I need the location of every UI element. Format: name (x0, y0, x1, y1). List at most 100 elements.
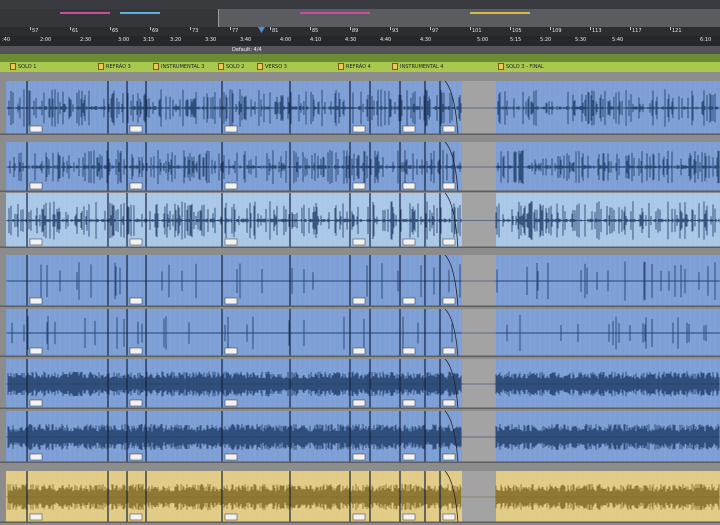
bar-tick (430, 27, 431, 30)
clip-gain-icon (129, 238, 143, 246)
clip-gain-icon (224, 399, 238, 407)
session-overview[interactable] (0, 9, 720, 27)
track-clips[interactable] (0, 471, 720, 523)
bars-beats-ruler[interactable]: 57 61 65 69 73 77 81 85 89 93 97 101 105 109 113 117 121 (0, 27, 720, 36)
marker-label: REFRÃO 4 (346, 64, 371, 70)
track-clips[interactable] (0, 81, 720, 135)
track-lane[interactable] (0, 359, 720, 409)
marker-solo-2[interactable]: SOLO 2 (218, 63, 244, 71)
min-secs-ruler[interactable]: :40 2:00 2:30 3:00 3:15 3:20 3:30 3:40 4:00 4:10 4… (0, 36, 720, 46)
marker-refr-o-3[interactable]: REFRÃO 3 (98, 63, 131, 71)
min-tick-label: 4:00 (280, 37, 292, 43)
clip-gain-icon (352, 238, 366, 246)
bar-tick (310, 27, 311, 30)
bar-tick (630, 27, 631, 30)
clip-gain-icon (29, 513, 43, 521)
overview-view-range[interactable] (218, 9, 720, 27)
min-tick-label: 3:20 (170, 37, 182, 43)
clip-gain-icon (352, 399, 366, 407)
bar-tick (550, 27, 551, 30)
clip-gain-icon (402, 399, 416, 407)
clip-gain-icon (442, 347, 456, 355)
track-lane[interactable] (0, 471, 720, 523)
track-lane[interactable] (0, 142, 720, 192)
track-clips[interactable] (0, 142, 720, 192)
clip-gain-icon (442, 238, 456, 246)
marker-verso-3[interactable]: VERSO 3 (257, 63, 287, 71)
clip-gain-icon (352, 125, 366, 133)
bar-tick-label: 89 (352, 28, 359, 34)
marker-instrumental-3[interactable]: INSTRUMENTAL 3 (153, 63, 204, 71)
clip-gain-icon (29, 125, 43, 133)
track-lane[interactable] (0, 411, 720, 463)
clip-gain-icon (224, 513, 238, 521)
clip-gain-icon (402, 513, 416, 521)
track-divider (0, 190, 720, 192)
track-area[interactable] (0, 73, 720, 525)
min-tick-label: 5:00 (477, 37, 489, 43)
track-divider (0, 133, 720, 135)
clip-gain-icon (224, 125, 238, 133)
clip-gain-icon (352, 347, 366, 355)
bar-tick-label: 117 (632, 28, 642, 34)
clip-gain-icon (224, 347, 238, 355)
bar-tick-label: 57 (32, 28, 39, 34)
bar-tick-label: 101 (472, 28, 482, 34)
bar-tick-label: 105 (512, 28, 522, 34)
min-tick-label: 3:40 (240, 37, 252, 43)
track-lane[interactable] (0, 193, 720, 248)
clip-gain-icon (402, 347, 416, 355)
bar-tick (230, 27, 231, 30)
clip-gain-icon (402, 453, 416, 461)
tempo-ruler[interactable] (0, 54, 720, 62)
bar-tick (670, 27, 671, 30)
marker-ruler[interactable]: SOLO 1 REFRÃO 3 INSTRUMENTAL 3 SOLO 2 VERSO … (0, 62, 720, 72)
min-tick-label: 4:30 (420, 37, 432, 43)
bar-tick-label: 73 (192, 28, 199, 34)
track-clips[interactable] (0, 411, 720, 463)
playhead-marker-icon[interactable] (258, 27, 265, 36)
track-lane[interactable] (0, 255, 720, 307)
min-tick-label: 3:30 (205, 37, 217, 43)
min-tick-label: 3:15 (143, 37, 155, 43)
clip-gain-icon (402, 238, 416, 246)
bar-tick (470, 27, 471, 30)
marker-solo-1[interactable]: SOLO 1 (10, 63, 36, 71)
bar-tick-label: 113 (592, 28, 602, 34)
bar-tick-label: 77 (232, 28, 239, 34)
track-clips[interactable] (0, 359, 720, 409)
marker-label: REFRÃO 3 (106, 64, 131, 70)
min-tick-label: 5:15 (510, 37, 522, 43)
track-clips[interactable] (0, 193, 720, 248)
bar-tick (70, 27, 71, 30)
overview-stripe (470, 12, 530, 14)
timeline-header-bar (0, 0, 720, 9)
marker-instrumental-4[interactable]: INSTRUMENTAL 4 (392, 63, 443, 71)
bar-tick (150, 27, 151, 30)
meter-ruler[interactable]: Default: 4/4 (0, 46, 720, 54)
clip-gain-icon (224, 297, 238, 305)
track-lane[interactable] (0, 81, 720, 135)
meter-label: Default: 4/4 (232, 47, 262, 53)
clip-gain-icon (29, 297, 43, 305)
marker-label: INSTRUMENTAL 3 (161, 64, 205, 70)
min-tick-label: :40 (2, 37, 11, 43)
bar-tick-label: 97 (432, 28, 439, 34)
clip-gain-icon (224, 453, 238, 461)
track-clips[interactable] (0, 255, 720, 307)
marker-refr-o-4[interactable]: REFRÃO 4 (338, 63, 371, 71)
bar-tick-label: 69 (152, 28, 159, 34)
track-divider (0, 355, 720, 357)
edit-window: 57 61 65 69 73 77 81 85 89 93 97 101 105 109 113 117 121… (0, 0, 720, 525)
min-tick-label: 4:40 (380, 37, 392, 43)
bar-tick (590, 27, 591, 30)
clip-gain-icon (29, 238, 43, 246)
bar-tick (510, 27, 511, 30)
bar-tick (270, 27, 271, 30)
clip-gain-icon (442, 297, 456, 305)
min-tick-label: 6:10 (700, 37, 712, 43)
track-clips[interactable] (0, 309, 720, 357)
overview-stripe (300, 12, 370, 14)
track-lane[interactable] (0, 309, 720, 357)
marker-solo-3-final[interactable]: SOLO 3 - FINAL (498, 63, 544, 71)
